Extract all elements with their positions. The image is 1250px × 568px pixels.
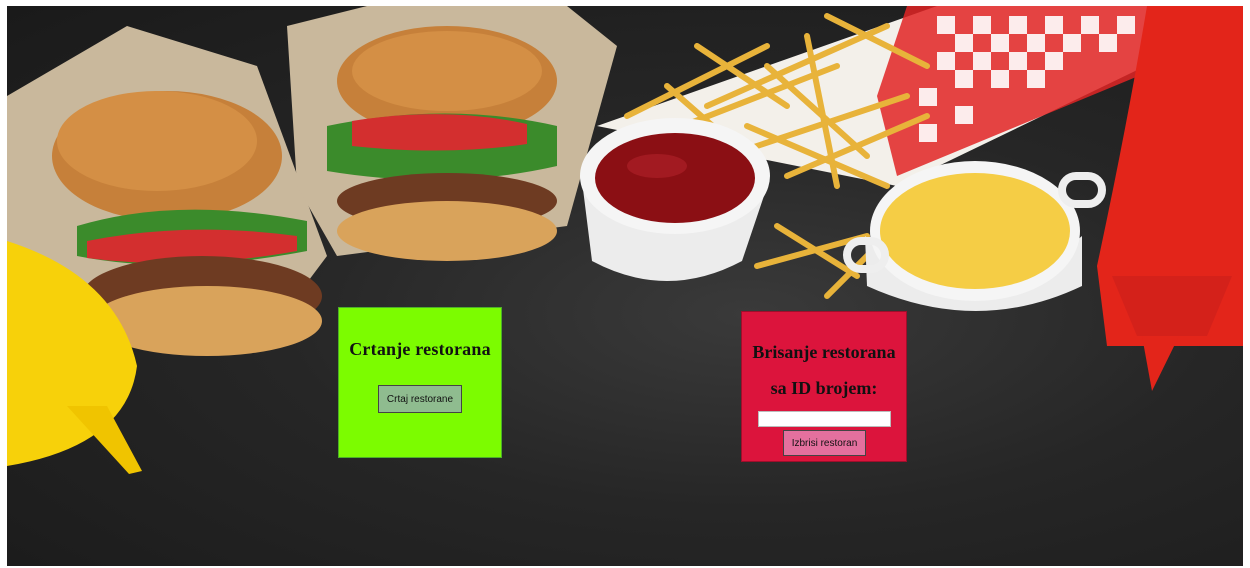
delete-restaurant-heading-line1: Brisanje restorana [752,342,896,362]
ketchup-bowl [580,118,770,281]
draw-restaurants-heading: Crtanje restorana [349,339,491,359]
background-food-photo [7,6,1243,566]
burger-middle [287,6,617,261]
restaurant-id-input[interactable] [758,411,891,427]
food-illustration [7,6,1243,474]
delete-restaurant-panel: Brisanje restorana sa ID brojem: Izbrisi… [741,311,907,462]
draw-restaurants-panel: Crtanje restorana Crtaj restorane [338,307,502,458]
draw-restaurants-button[interactable]: Crtaj restorane [378,385,462,413]
delete-restaurant-button[interactable]: Izbrisi restoran [783,430,866,456]
delete-restaurant-heading-line2: sa ID brojem: [770,378,878,398]
